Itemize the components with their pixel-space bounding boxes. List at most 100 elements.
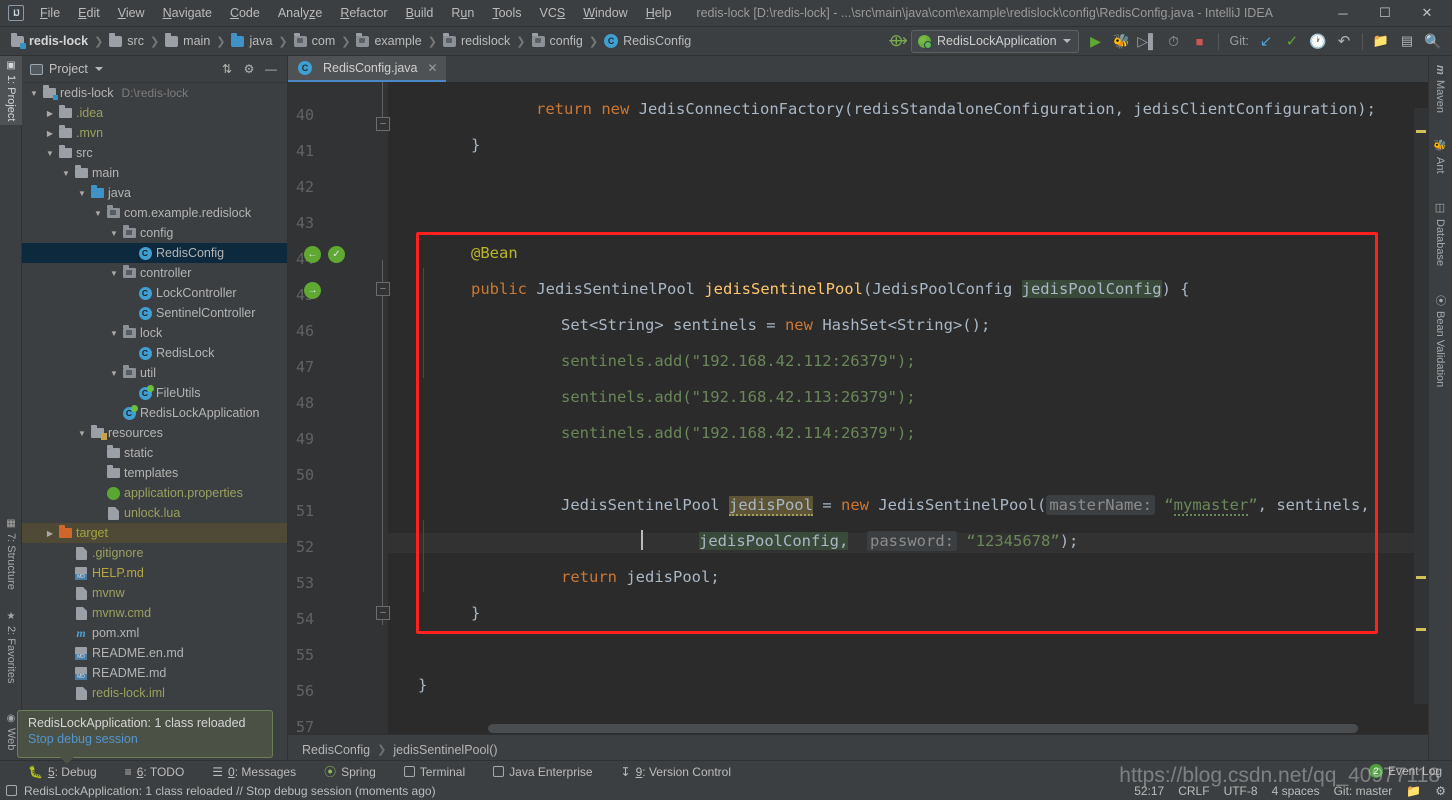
nav-crumb-redisconfig[interactable]: C RedisConfig (601, 32, 694, 50)
tree-item-mvnw-cmd[interactable]: mvnw.cmd (22, 603, 287, 623)
tree-expander-icon[interactable]: ▼ (108, 369, 120, 378)
run-icon[interactable]: ▶ (1083, 29, 1109, 53)
history-icon[interactable]: 🕐 (1305, 29, 1331, 53)
nav-crumb-src[interactable]: src (106, 32, 147, 50)
tree-expander-icon[interactable]: ▼ (108, 329, 120, 338)
tree-item-mvnw[interactable]: mvnw (22, 583, 287, 603)
menu-edit[interactable]: Edit (69, 3, 109, 23)
menu-analyze[interactable]: Analyze (269, 3, 331, 23)
update-project-icon[interactable]: ↙ (1253, 29, 1279, 53)
code-viewport[interactable]: 40 41 42 43 44 45 46 47 48 49 50 51 52 5… (288, 82, 1428, 734)
maximize-icon[interactable]: ☐ (1364, 0, 1406, 26)
toolwindow-todo[interactable]: ≡ 6: TODO (121, 764, 189, 780)
tree-expander-icon[interactable]: ▼ (76, 429, 88, 438)
tree-item-help-md[interactable]: HELP.md (22, 563, 287, 583)
menu-build[interactable]: Build (397, 3, 443, 23)
tree-item-target[interactable]: ▶ target (22, 523, 287, 543)
project-tree[interactable]: ▼ redis-lock D:\redis-lock ▶ .idea ▶ .mvn ▼ src ▼… (22, 83, 287, 764)
warning-stripe-mark[interactable] (1416, 628, 1426, 631)
sidebar-tab-favorites[interactable]: ★ 2: Favorites (0, 607, 22, 687)
tree-expander-icon[interactable]: ▼ (44, 149, 56, 158)
settings-gear-icon[interactable]: ⚙ (239, 59, 259, 79)
tree-item-controller[interactable]: ▼ controller (22, 263, 287, 283)
nav-crumb-java[interactable]: java (228, 32, 275, 50)
tree-item-fileutils[interactable]: C FileUtils (22, 383, 287, 403)
debug-icon[interactable]: 🐝 (1109, 29, 1135, 53)
tree-item--mvn[interactable]: ▶ .mvn (22, 123, 287, 143)
menu-refactor[interactable]: Refactor (331, 3, 396, 23)
sidebar-tab-structure[interactable]: ▦ 7: Structure (0, 514, 22, 594)
nav-crumb-com[interactable]: com (291, 32, 339, 50)
tree-item-main[interactable]: ▼ main (22, 163, 287, 183)
spring-bean-check-gutter-icon[interactable]: ✓ (328, 246, 345, 263)
spring-bean-arrow-gutter-icon[interactable]: → (304, 282, 321, 299)
tree-expander-icon[interactable]: ▼ (60, 169, 72, 178)
chevron-down-icon[interactable] (94, 67, 103, 71)
project-structure-icon[interactable]: 📁 (1368, 29, 1394, 53)
tree-item-templates[interactable]: templates (22, 463, 287, 483)
nav-crumb-example[interactable]: example (353, 32, 424, 50)
minimize-icon[interactable]: ─ (1322, 0, 1364, 26)
tree-item-unlock-lua[interactable]: unlock.lua (22, 503, 287, 523)
tree-expander-icon[interactable]: ▶ (44, 129, 56, 138)
tree-item-pom-xml[interactable]: m pom.xml (22, 623, 287, 643)
horizontal-scrollbar-track[interactable] (388, 723, 1428, 734)
horizontal-scrollbar-thumb[interactable] (488, 724, 1358, 733)
run-with-coverage-icon[interactable]: ▷▌ (1135, 29, 1161, 53)
tree-item-readme-md[interactable]: README.md (22, 663, 287, 683)
tree-item-application-properties[interactable]: application.properties (22, 483, 287, 503)
menu-tools[interactable]: Tools (483, 3, 530, 23)
toolwindow-messages[interactable]: ☰ 0: Messages (208, 764, 300, 780)
sidebar-tab-ant[interactable]: 🐝 Ant (1428, 134, 1452, 179)
run-configuration-selector[interactable]: RedisLockApplication (911, 29, 1079, 53)
tree-item-redislock[interactable]: C RedisLock (22, 343, 287, 363)
tree-item-lock[interactable]: ▼ lock (22, 323, 287, 343)
stop-icon[interactable]: ■ (1187, 29, 1213, 53)
breadcrumb-class[interactable]: RedisConfig (302, 743, 370, 757)
tree-item-resources[interactable]: ▼ resources (22, 423, 287, 443)
tree-expander-icon[interactable]: ▼ (108, 229, 120, 238)
tree-item-lockcontroller[interactable]: C LockController (22, 283, 287, 303)
profile-icon[interactable]: ⏱ (1161, 29, 1187, 53)
close-icon[interactable]: ✕ (428, 61, 438, 75)
tree-expander-icon[interactable]: ▼ (28, 89, 40, 98)
tree-expander-icon[interactable]: ▼ (76, 189, 88, 198)
tree-item-readme-en-md[interactable]: README.en.md (22, 643, 287, 663)
menu-run[interactable]: Run (442, 3, 483, 23)
commit-icon[interactable]: ✓ (1279, 29, 1305, 53)
error-stripe-gutter[interactable] (1414, 108, 1428, 704)
close-icon[interactable]: ✕ (1406, 0, 1448, 26)
menu-code[interactable]: Code (221, 3, 269, 23)
nav-crumb-main[interactable]: main (162, 32, 213, 50)
tree-item-com-example-redislock[interactable]: ▼ com.example.redislock (22, 203, 287, 223)
sidebar-tab-bean-validation[interactable]: ⦿ Bean Validation (1428, 290, 1452, 392)
terminal-icon[interactable]: ▤ (1394, 29, 1420, 53)
toolwindow-version-control[interactable]: ↧ 9: Version Control (617, 764, 735, 780)
sidebar-tab-maven[interactable]: m Maven (1428, 60, 1452, 118)
nav-crumb-project[interactable]: redis-lock (8, 32, 91, 50)
menu-view[interactable]: View (109, 3, 154, 23)
tree-expander-icon[interactable]: ▼ (92, 209, 104, 218)
menu-navigate[interactable]: Navigate (154, 3, 221, 23)
breadcrumb-method[interactable]: jedisSentinelPool() (393, 743, 497, 757)
hide-icon[interactable]: — (261, 59, 281, 79)
tree-item-java[interactable]: ▼ java (22, 183, 287, 203)
collapse-all-icon[interactable]: ⇅ (217, 59, 237, 79)
nav-crumb-redislock[interactable]: redislock (440, 32, 513, 50)
nav-crumb-config[interactable]: config (529, 32, 586, 50)
balloon-stop-debug-link[interactable]: Stop debug session (28, 732, 262, 746)
sidebar-tab-database[interactable]: ◫ Database (1428, 196, 1452, 271)
editor-tab-redisconfig[interactable]: C RedisConfig.java ✕ (288, 56, 446, 82)
tree-item--idea[interactable]: ▶ .idea (22, 103, 287, 123)
menu-window[interactable]: Window (574, 3, 636, 23)
toolwindow-debug[interactable]: 🐛 5: Debug (24, 764, 101, 780)
menu-file[interactable]: File (31, 3, 69, 23)
source-code[interactable]: return new JedisConnectionFactory(redisS… (388, 82, 1428, 734)
tree-item-src[interactable]: ▼ src (22, 143, 287, 163)
tree-item-redis-lock-iml[interactable]: redis-lock.iml (22, 683, 287, 703)
rollback-icon[interactable]: ↶ (1331, 29, 1357, 53)
toolwindow-java-enterprise[interactable]: Java Enterprise (489, 764, 596, 780)
search-everywhere-icon[interactable]: 🔍 (1420, 29, 1446, 53)
build-icon[interactable]: ⟴ (885, 29, 911, 53)
menu-help[interactable]: Help (637, 3, 681, 23)
